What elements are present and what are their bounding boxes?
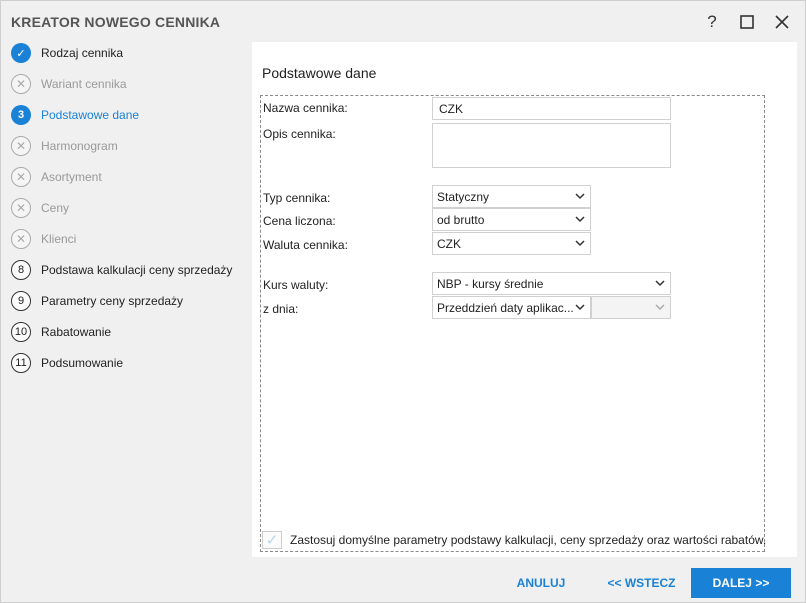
cancel-button[interactable]: ANULUJ [506,568,576,598]
window-title: KREATOR NOWEGO CENNIKA [11,14,221,30]
close-icon[interactable] [771,11,793,33]
check-icon: ✓ [11,43,31,63]
help-icon[interactable]: ? [701,11,723,33]
rate-value: NBP - kursy średnie [437,277,544,291]
step-podsumowanie[interactable]: 11 Podsumowanie [11,352,251,374]
date-mode-select[interactable]: Przeddzień daty aplikac... [432,296,591,319]
step-label: Rabatowanie [41,325,112,339]
type-value: Statyczny [437,190,490,204]
name-label: Nazwa cennika: [263,101,348,115]
step-label: Podstawa kalkulacji ceny sprzedaży [41,263,233,277]
step-label: Wariant cennika [41,77,127,91]
description-label: Opis cennika: [263,127,336,141]
step-number: 3 [11,105,31,125]
step-number: 8 [11,260,31,280]
step-number: 10 [11,322,31,342]
default-params-row: ✓ Zastosuj domyślne parametry podstawy k… [262,531,766,549]
price-label: Cena liczona: [263,214,336,228]
wizard-window: KREATOR NOWEGO CENNIKA ? ✓ Rodzaj cennik… [0,0,806,603]
chevron-down-icon [575,300,585,317]
step-label: Rodzaj cennika [41,46,124,60]
chevron-down-icon [655,300,665,317]
date-value: Przeddzień daty aplikac... [437,301,574,315]
chevron-down-icon [575,189,585,206]
step-label: Harmonogram [41,139,118,153]
step-rabatowanie[interactable]: 10 Rabatowanie [11,321,251,343]
content-area: Podstawowe dane Nazwa cennika: CZK Opis … [252,42,797,557]
rate-label: Kurs waluty: [263,278,329,292]
price-value: od brutto [437,213,485,227]
default-params-label: Zastosuj domyślne parametry podstawy kal… [290,533,767,547]
step-number: 11 [11,353,31,373]
step-podstawowe-dane[interactable]: 3 Podstawowe dane [11,104,251,126]
chevron-down-icon [575,212,585,229]
step-label: Asortyment [41,170,102,184]
back-button[interactable]: << WSTECZ [599,568,684,598]
section-title: Podstawowe dane [262,65,377,81]
currency-value: CZK [437,237,461,251]
currency-label: Waluta cennika: [263,238,348,252]
step-label: Podstawowe dane [41,108,140,122]
step-number: 9 [11,291,31,311]
cross-icon: ✕ [11,74,31,94]
chevron-down-icon [655,276,665,293]
name-input[interactable]: CZK [432,97,671,120]
type-label: Typ cennika: [263,191,331,205]
step-label: Parametry ceny sprzedaży [41,294,184,308]
price-select[interactable]: od brutto [432,208,591,231]
cross-icon: ✕ [11,229,31,249]
step-harmonogram: ✕ Harmonogram [11,135,251,157]
step-ceny: ✕ Ceny [11,197,251,219]
cross-icon: ✕ [11,167,31,187]
cross-icon: ✕ [11,198,31,218]
date-picker-select [591,296,671,319]
basic-data-form: Nazwa cennika: CZK Opis cennika: Typ cen… [260,95,765,552]
step-parametry-ceny[interactable]: 9 Parametry ceny sprzedaży [11,290,251,312]
step-label: Ceny [41,201,70,215]
content-panel: Podstawowe dane Nazwa cennika: CZK Opis … [252,42,797,557]
maximize-icon[interactable] [736,11,758,33]
next-button[interactable]: DALEJ >> [691,568,791,598]
currency-select[interactable]: CZK [432,232,591,255]
type-select[interactable]: Statyczny [432,185,591,208]
chevron-down-icon [575,236,585,253]
description-textarea[interactable] [432,123,671,168]
rate-select[interactable]: NBP - kursy średnie [432,272,671,295]
step-label: Klienci [41,232,77,246]
step-rodzaj-cennika[interactable]: ✓ Rodzaj cennika [11,42,251,64]
step-podstawa-kalkulacji[interactable]: 8 Podstawa kalkulacji ceny sprzedaży [11,259,251,281]
step-label: Podsumowanie [41,356,124,370]
step-klienci: ✕ Klienci [11,228,251,250]
step-wariant-cennika: ✕ Wariant cennika [11,73,251,95]
cross-icon: ✕ [11,136,31,156]
step-asortyment: ✕ Asortyment [11,166,251,188]
title-bar: KREATOR NOWEGO CENNIKA ? [1,1,805,41]
default-params-checkbox[interactable]: ✓ [262,531,282,549]
date-label: z dnia: [263,302,299,316]
wizard-steps: ✓ Rodzaj cennika ✕ Wariant cennika 3 Pod… [1,39,251,519]
